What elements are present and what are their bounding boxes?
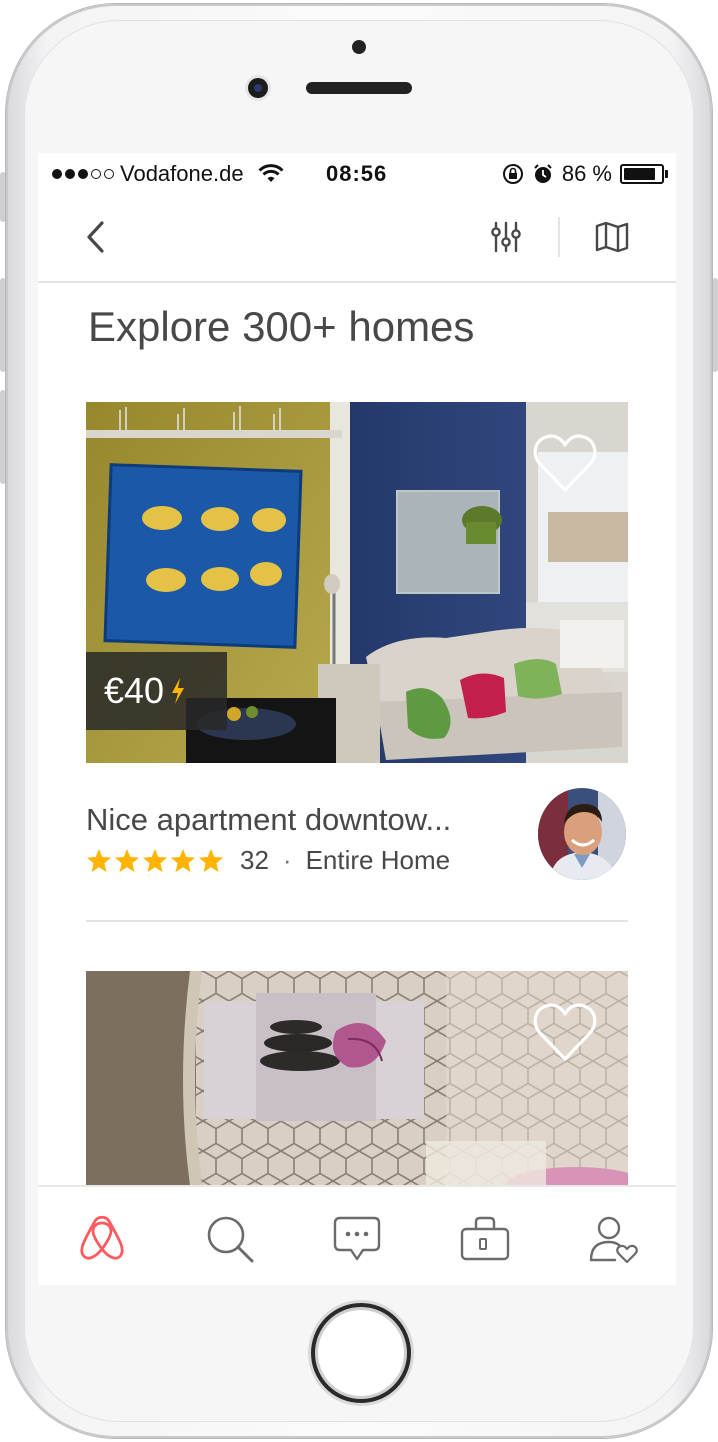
star-icon: [87, 849, 111, 872]
chevron-left-icon: [87, 221, 104, 253]
back-button[interactable]: [74, 213, 118, 261]
price-label: €40: [104, 670, 165, 711]
suitcase-icon: [460, 1216, 510, 1261]
tab-profile[interactable]: [583, 1211, 643, 1267]
listing-divider: [86, 920, 628, 922]
host-avatar[interactable]: [538, 788, 626, 880]
earpiece-speaker: [306, 82, 412, 94]
nav-divider: [558, 217, 560, 257]
airbnb-logo-icon: [80, 1215, 124, 1260]
star-rating: [86, 848, 224, 873]
alarm-icon: [534, 164, 552, 183]
app-screen: Vodafone.de 08:56 86 % Explore 300+ home…: [38, 153, 676, 1285]
listing-photo[interactable]: €40: [86, 402, 628, 763]
tab-explore[interactable]: [72, 1211, 132, 1267]
filter-button[interactable]: [482, 213, 530, 261]
battery-fill: [624, 168, 655, 180]
room-type: Entire Home: [305, 845, 451, 875]
star-icon: [199, 849, 223, 872]
page-title: Explore 300+ homes: [88, 303, 475, 350]
battery-icon: [620, 164, 668, 184]
clock: 08:56: [326, 161, 388, 186]
home-button[interactable]: [311, 1303, 411, 1403]
status-bar: Vodafone.de 08:56 86 %: [38, 153, 676, 193]
listing-meta: 32 · Entire Home: [86, 845, 450, 876]
front-camera: [248, 78, 268, 98]
save-heart-icon[interactable]: [532, 1003, 598, 1063]
navigation-bar: [38, 193, 676, 283]
user-heart-icon: [589, 1216, 638, 1264]
host-photo: [538, 788, 626, 880]
map-button[interactable]: [588, 213, 636, 261]
sliders-icon: [491, 221, 521, 253]
lightning-bolt-icon: [172, 678, 185, 704]
meta-separator: ·: [282, 845, 292, 875]
star-icon: [143, 849, 167, 872]
tab-search[interactable]: [200, 1211, 260, 1267]
tab-trips[interactable]: [455, 1211, 515, 1267]
save-heart-icon[interactable]: [532, 434, 598, 494]
star-icon: [171, 849, 195, 872]
carrier-name: Vodafone.de: [120, 161, 244, 186]
listing-card[interactable]: €40 Nice apartment downtow... 32 · Entir…: [86, 402, 628, 924]
signal-strength-icon: [52, 169, 114, 179]
wifi-icon: [258, 164, 284, 182]
tab-bar: [38, 1185, 676, 1285]
star-icon: [115, 849, 139, 872]
listing-card[interactable]: [86, 971, 628, 1185]
listing-title[interactable]: Nice apartment downtow...: [86, 802, 506, 838]
listing-photo[interactable]: [86, 971, 628, 1185]
power-button: [712, 278, 718, 372]
review-count: 32: [240, 845, 269, 875]
tab-messages[interactable]: [327, 1211, 387, 1267]
search-icon: [207, 1216, 254, 1263]
rotation-lock-icon: [502, 164, 523, 184]
proximity-sensor: [352, 40, 366, 54]
battery-percent: 86 %: [561, 161, 612, 186]
price-tag: €40: [86, 652, 227, 730]
chat-bubble-icon: [333, 1216, 381, 1261]
map-icon: [595, 221, 629, 253]
